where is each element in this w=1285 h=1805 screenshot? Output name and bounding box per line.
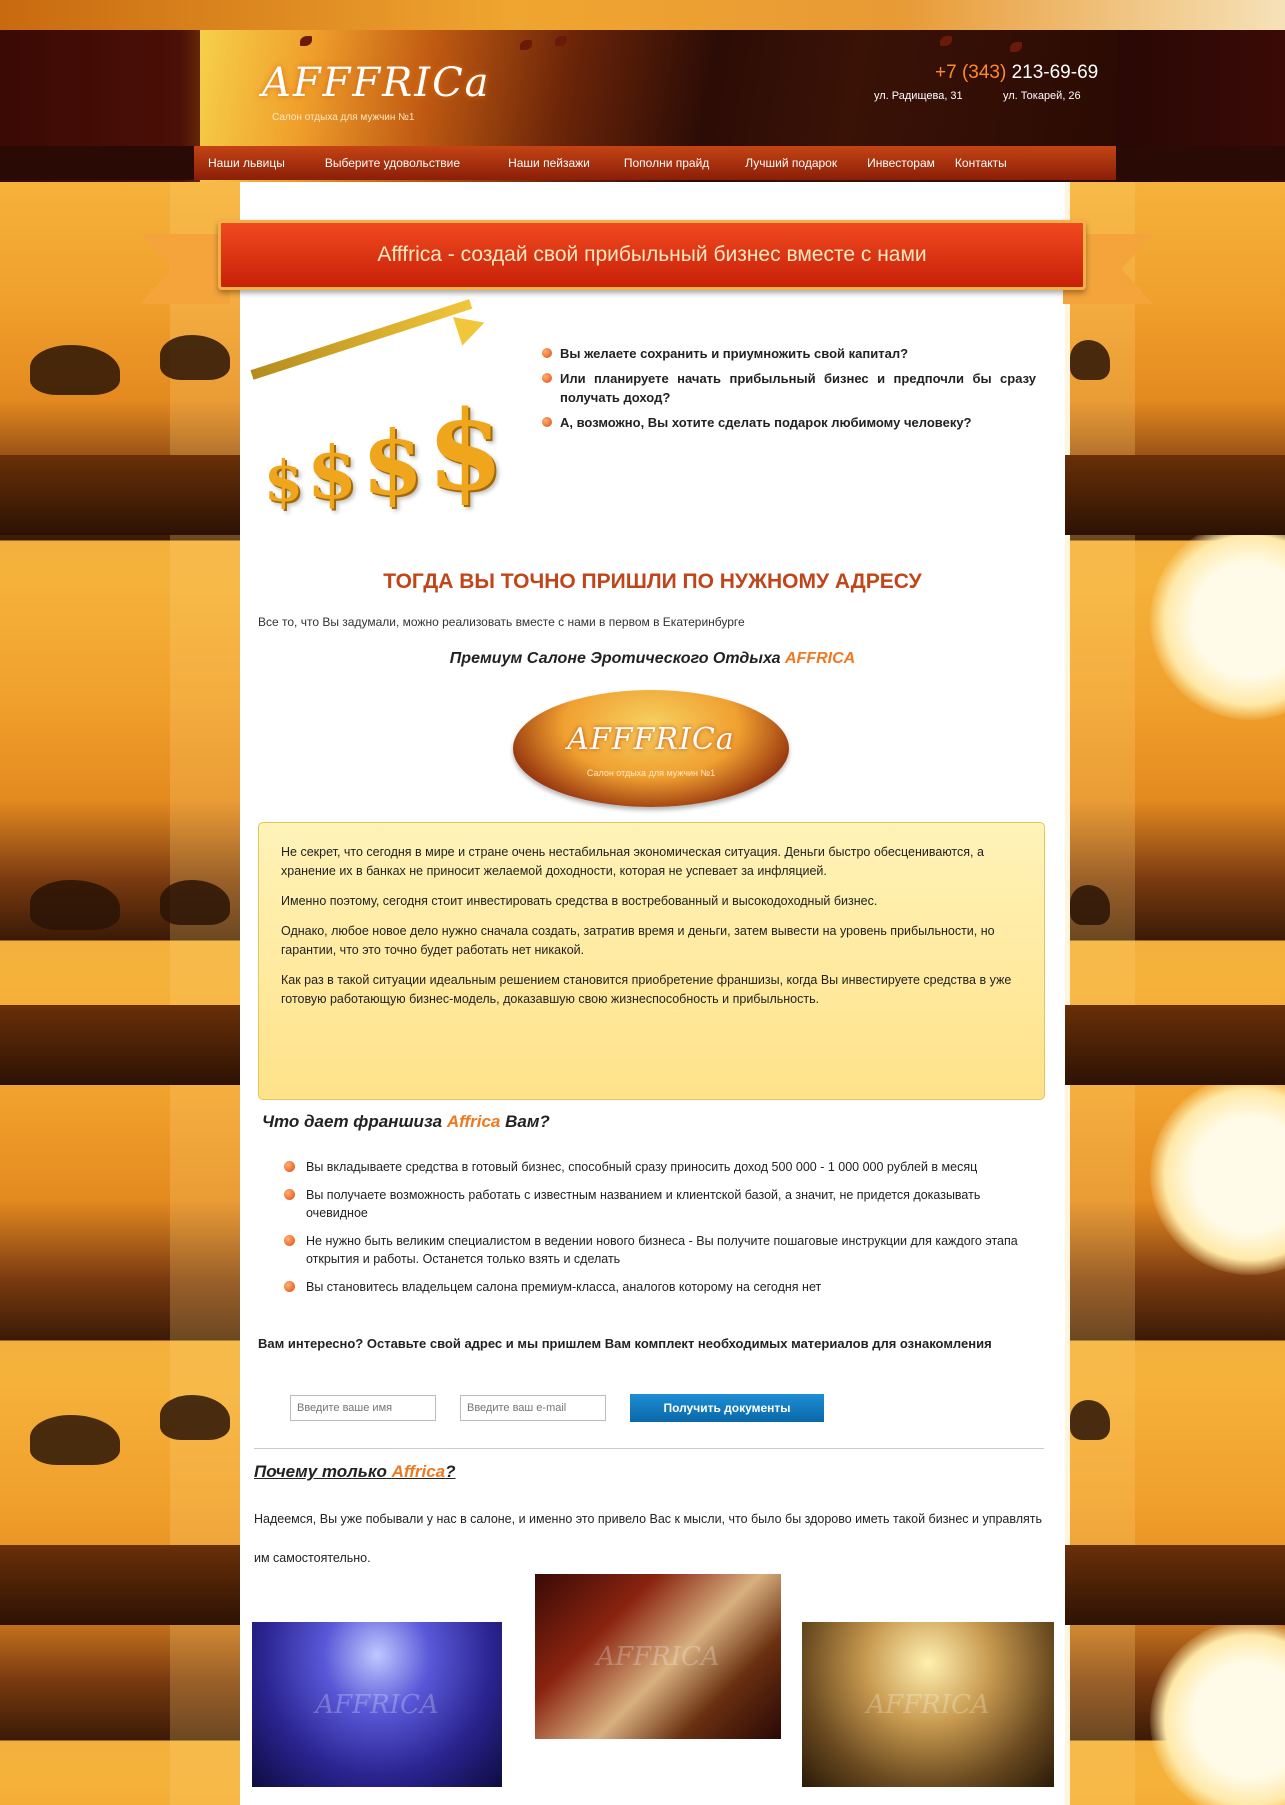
benefit-text: Вы становитесь владельцем салона премиум… — [306, 1280, 822, 1294]
list-item: Вы вкладываете средства в готовый бизнес… — [284, 1158, 1044, 1176]
divider — [254, 1448, 1044, 1449]
list-item: Не нужно быть великим специалистом в вед… — [284, 1232, 1044, 1268]
savanna-ground — [1065, 455, 1285, 535]
savanna-ground — [1065, 1005, 1285, 1085]
premium-line: Премиум Салоне Эротического Отдыха AFFRI… — [240, 650, 1065, 668]
question-text: А, возможно, Вы хотите сделать подарок л… — [560, 415, 972, 430]
info-paragraph: Именно поэтому, сегодня стоит инвестиров… — [281, 894, 878, 908]
salon-photo-hall[interactable]: AFFRICA — [535, 1574, 781, 1739]
main-headline: ТОГДА ВЫ ТОЧНО ПРИШЛИ ПО НУЖНОМУ АДРЕСУ — [383, 570, 922, 593]
oval-logo-tagline: Салон отдыха для мужчин №1 — [586, 768, 716, 778]
photo-watermark: AFFRICA — [866, 1689, 990, 1720]
ribbon-title: Afffrica - создай свой прибыльный бизнес… — [377, 243, 927, 266]
why-heading: Почему только Affrica? — [254, 1462, 456, 1482]
list-item: Вы получаете возможность работать с изве… — [284, 1186, 1044, 1222]
address-1: ул. Радищева, 31 — [874, 90, 963, 102]
document-request-form: Получить документы — [290, 1394, 824, 1422]
bullet-icon — [284, 1189, 295, 1200]
franchise-heading-suffix: Вам? — [505, 1112, 550, 1131]
bullet-icon — [284, 1161, 295, 1172]
benefit-text: Не нужно быть великим специалистом в вед… — [306, 1234, 1018, 1266]
savanna-ground — [0, 1005, 240, 1085]
name-input[interactable] — [290, 1395, 436, 1421]
dollar-icon: $ — [427, 386, 504, 515]
brand-logo-oval: AFFFRICa Салон отдыха для мужчин №1 — [513, 690, 789, 807]
nav-item-pleasure[interactable]: Выберите удовольствие — [299, 156, 474, 170]
franchise-heading-prefix: Что дает франшиза — [262, 1112, 443, 1131]
info-paragraph: Не секрет, что сегодня в мире и стране о… — [281, 845, 984, 878]
bullet-icon — [284, 1281, 295, 1292]
info-paragraph: Как раз в такой ситуации идеальным решен… — [281, 973, 1012, 1006]
bullet-icon — [542, 373, 552, 383]
oval-logo-text: AFFFRICa — [567, 722, 735, 757]
cta-text: Вам интересно? Оставьте свой адрес и мы … — [258, 1336, 992, 1351]
savanna-ground — [0, 455, 240, 535]
info-paragraph: Однако, любое новое дело нужно сначала с… — [281, 924, 995, 957]
photo-watermark: AFFRICA — [596, 1641, 720, 1672]
list-item: Или планируете начать прибыльный бизнес … — [542, 369, 1036, 407]
salon-photo-blue-room[interactable]: AFFRICA — [252, 1622, 502, 1787]
list-item: Вы желаете сохранить и приумножить свой … — [542, 344, 1036, 363]
title-ribbon: Afffrica - создай свой прибыльный бизнес… — [218, 220, 1086, 290]
nav-item-landscapes[interactable]: Наши пейзажи — [474, 156, 604, 170]
question-list: Вы желаете сохранить и приумножить свой … — [542, 344, 1036, 438]
intro-text: Все то, что Вы задумали, можно реализова… — [258, 615, 745, 629]
benefit-text: Вы вкладываете средства в готовый бизнес… — [306, 1160, 978, 1174]
dollar-icon: $ — [307, 430, 358, 515]
photo-watermark: AFFRICA — [315, 1689, 439, 1720]
dollar-icon: $ — [264, 449, 303, 515]
nav-item-investors[interactable]: Инвесторам — [851, 156, 949, 170]
franchise-heading-brand: Affrica — [446, 1112, 501, 1131]
address-2: ул. Токарей, 26 — [1003, 90, 1081, 102]
tree — [1070, 340, 1110, 380]
bullet-icon — [284, 1235, 295, 1246]
get-documents-button[interactable]: Получить документы — [630, 1394, 824, 1422]
dollar-icon: $ — [362, 411, 424, 515]
benefit-text: Вы получаете возможность работать с изве… — [306, 1188, 981, 1220]
nav-item-lionesses[interactable]: Наши львицы — [194, 156, 299, 170]
nav-item-pride[interactable]: Пополни прайд — [604, 156, 723, 170]
phone-digits: 213-69-69 — [1011, 62, 1099, 83]
tree — [1070, 1400, 1110, 1440]
tree — [1070, 885, 1110, 925]
why-heading-suffix: ? — [445, 1462, 456, 1481]
premium-brand: AFFRICA — [784, 650, 856, 667]
bullet-icon — [542, 417, 552, 427]
nav-item-gift[interactable]: Лучший подарок — [723, 156, 851, 170]
salon-photo-lounge[interactable]: AFFRICA — [802, 1622, 1054, 1787]
why-heading-brand: Affrica — [391, 1462, 446, 1481]
question-text: Или планируете начать прибыльный бизнес … — [560, 371, 1036, 405]
site-logo[interactable]: AFFFRICa — [262, 60, 491, 106]
main-nav: Наши львицы Выберите удовольствие Наши п… — [194, 146, 1116, 180]
logo-tagline: Салон отдыха для мужчин №1 — [272, 112, 415, 123]
why-text: Надеемся, Вы уже побывали у нас в салоне… — [254, 1512, 1043, 1565]
bullet-icon — [542, 348, 552, 358]
money-growth-illustration: $ $ $ $ — [250, 299, 542, 515]
question-text: Вы желаете сохранить и приумножить свой … — [560, 346, 909, 361]
savanna-ground — [0, 1545, 240, 1625]
list-item: А, возможно, Вы хотите сделать подарок л… — [542, 413, 1036, 432]
premium-prefix: Премиум Салоне Эротического Отдыха — [449, 650, 781, 667]
savanna-ground — [1065, 1545, 1285, 1625]
phone-number: +7 (343) 213-69-69 — [935, 62, 1098, 84]
email-input[interactable] — [460, 1395, 606, 1421]
top-strip — [0, 0, 1285, 30]
phone-code: +7 (343) — [935, 62, 1007, 83]
nav-item-contacts[interactable]: Контакты — [949, 156, 1021, 170]
why-heading-prefix: Почему только — [254, 1462, 387, 1481]
benefit-list: Вы вкладываете средства в готовый бизнес… — [284, 1158, 1044, 1306]
franchise-heading: Что дает франшиза Affrica Вам? — [262, 1112, 550, 1132]
info-box: Не секрет, что сегодня в мире и стране о… — [258, 822, 1045, 1100]
list-item: Вы становитесь владельцем салона премиум… — [284, 1278, 1044, 1296]
